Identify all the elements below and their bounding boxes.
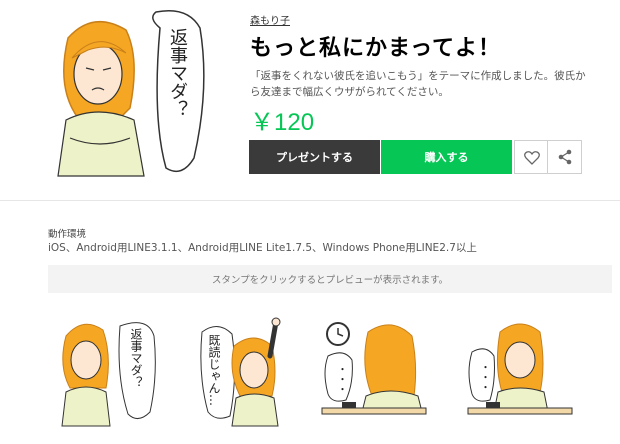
main-sticker-bubble-text: 返事マダ？ — [167, 28, 188, 118]
page-title: もっと私にかまってよ！ — [250, 36, 502, 61]
sticker-4-bubble-text: ・・・ — [478, 362, 489, 392]
preview-hint-bar: スタンプをクリックするとプレビューが表示されます。 — [48, 265, 612, 293]
sticker-thumb-3[interactable]: ・・・ — [318, 316, 428, 428]
buy-button[interactable]: 購入する — [381, 140, 512, 174]
environment-label: 動作環境 — [48, 229, 87, 240]
share-icon — [558, 149, 571, 165]
environment-text: iOS、Android用LINE3.1.1、Android用LINE Lite1… — [48, 242, 477, 254]
main-sticker-image: 返事マダ？ — [48, 8, 228, 186]
section-divider — [0, 200, 620, 201]
sticker-3-bubble-text: ・・・ — [335, 364, 346, 394]
like-button[interactable] — [514, 140, 549, 174]
price-label: ￥120 — [250, 109, 315, 136]
sticker-2-bubble-text: 既読じゃん… — [207, 334, 221, 406]
sticker-thumb-2[interactable]: 既読じゃん… — [198, 316, 308, 428]
sticker-1-bubble-text: 返事マダ？ — [129, 328, 143, 388]
sticker-thumb-1[interactable]: 返事マダ？ — [58, 316, 168, 428]
sticker-description: 「返事をくれない彼氏を追いこもう」をテーマに作成しました。彼氏から友達まで幅広く… — [250, 70, 586, 98]
author-link[interactable]: 森もり子 — [250, 12, 290, 27]
share-button[interactable] — [547, 140, 582, 174]
preview-hint-text: スタンプをクリックするとプレビューが表示されます。 — [211, 275, 449, 286]
heart-icon — [523, 150, 540, 165]
sticker-thumb-4[interactable]: ・・・ — [464, 316, 574, 428]
present-button[interactable]: プレゼントする — [249, 140, 380, 174]
